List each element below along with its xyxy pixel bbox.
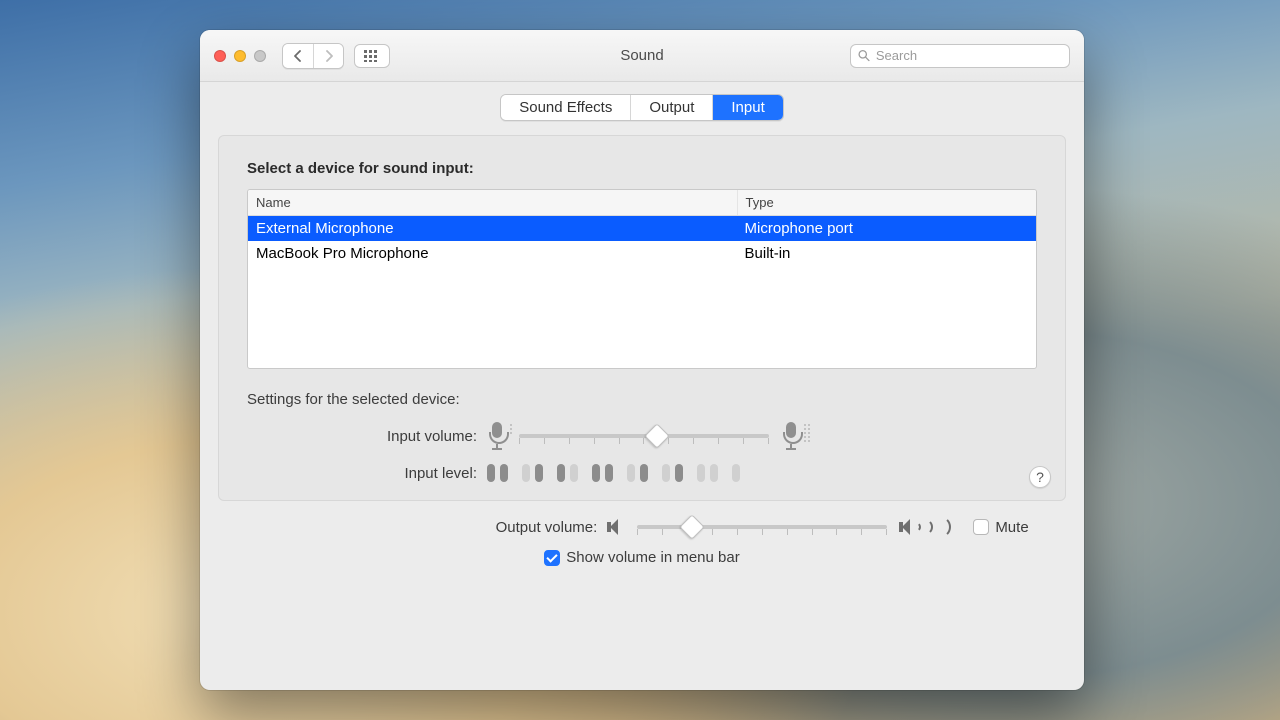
window-traffic-lights xyxy=(214,50,266,62)
minimize-window-button[interactable] xyxy=(234,50,246,62)
sound-tabs: Sound Effects Output Input xyxy=(500,94,784,121)
tab-input[interactable]: Input xyxy=(712,95,782,120)
footer-area: Output volume: Mute xyxy=(218,515,1066,566)
input-level-meter xyxy=(487,464,740,482)
input-volume-row: Input volume: xyxy=(247,422,1037,450)
device-name: MacBook Pro Microphone xyxy=(248,241,737,266)
output-volume-slider[interactable] xyxy=(637,515,887,539)
device-name: External Microphone xyxy=(248,216,737,241)
search-input[interactable] xyxy=(876,48,1062,63)
help-button[interactable]: ? xyxy=(1029,466,1051,488)
device-type: Microphone port xyxy=(737,216,1036,241)
microphone-loud-icon xyxy=(781,422,801,450)
close-window-button[interactable] xyxy=(214,50,226,62)
slider-thumb[interactable] xyxy=(644,423,669,448)
input-level-row: Input level: xyxy=(247,464,1037,482)
table-row[interactable]: External Microphone Microphone port xyxy=(248,216,1036,241)
forward-button[interactable] xyxy=(313,44,343,68)
mute-label: Mute xyxy=(995,519,1028,536)
nav-back-forward xyxy=(282,43,344,69)
input-level-label: Input level: xyxy=(247,465,487,482)
output-volume-label: Output volume: xyxy=(255,519,607,536)
input-volume-label: Input volume: xyxy=(247,428,487,445)
zoom-window-button[interactable] xyxy=(254,50,266,62)
column-header-name[interactable]: Name xyxy=(248,190,737,215)
input-volume-slider[interactable] xyxy=(519,424,769,448)
window-title: Sound xyxy=(620,47,663,64)
column-header-type[interactable]: Type xyxy=(737,190,1036,215)
show-all-button[interactable] xyxy=(354,44,390,68)
speaker-mute-icon xyxy=(607,518,625,536)
sound-preferences-window: Sound Sound Effects Output Input Select … xyxy=(200,30,1084,690)
tab-output[interactable]: Output xyxy=(630,95,712,120)
microphone-quiet-icon xyxy=(487,422,507,450)
chevron-left-icon xyxy=(293,50,303,62)
output-volume-row: Output volume: Mute xyxy=(218,515,1066,539)
window-titlebar: Sound xyxy=(200,30,1084,82)
slider-thumb[interactable] xyxy=(680,514,705,539)
device-list-heading: Select a device for sound input: xyxy=(247,160,1037,177)
table-header: Name Type xyxy=(248,190,1036,216)
search-field[interactable] xyxy=(850,44,1070,68)
grid-icon xyxy=(364,50,380,62)
tab-sound-effects[interactable]: Sound Effects xyxy=(501,95,630,120)
content-area: Sound Effects Output Input Select a devi… xyxy=(200,82,1084,690)
back-button[interactable] xyxy=(283,44,313,68)
table-row[interactable]: MacBook Pro Microphone Built-in xyxy=(248,241,1036,266)
mute-checkbox[interactable]: Mute xyxy=(973,519,1028,536)
show-volume-menu-bar-checkbox[interactable]: Show volume in menu bar xyxy=(544,549,739,566)
device-type: Built-in xyxy=(737,241,1036,266)
input-device-table[interactable]: Name Type External Microphone Microphone… xyxy=(247,189,1037,369)
input-panel: Select a device for sound input: Name Ty… xyxy=(218,135,1066,501)
speaker-loud-icon xyxy=(899,516,951,538)
chevron-right-icon xyxy=(324,50,334,62)
settings-heading: Settings for the selected device: xyxy=(247,391,1037,408)
show-volume-menu-bar-label: Show volume in menu bar xyxy=(566,549,739,566)
search-icon xyxy=(858,49,870,62)
